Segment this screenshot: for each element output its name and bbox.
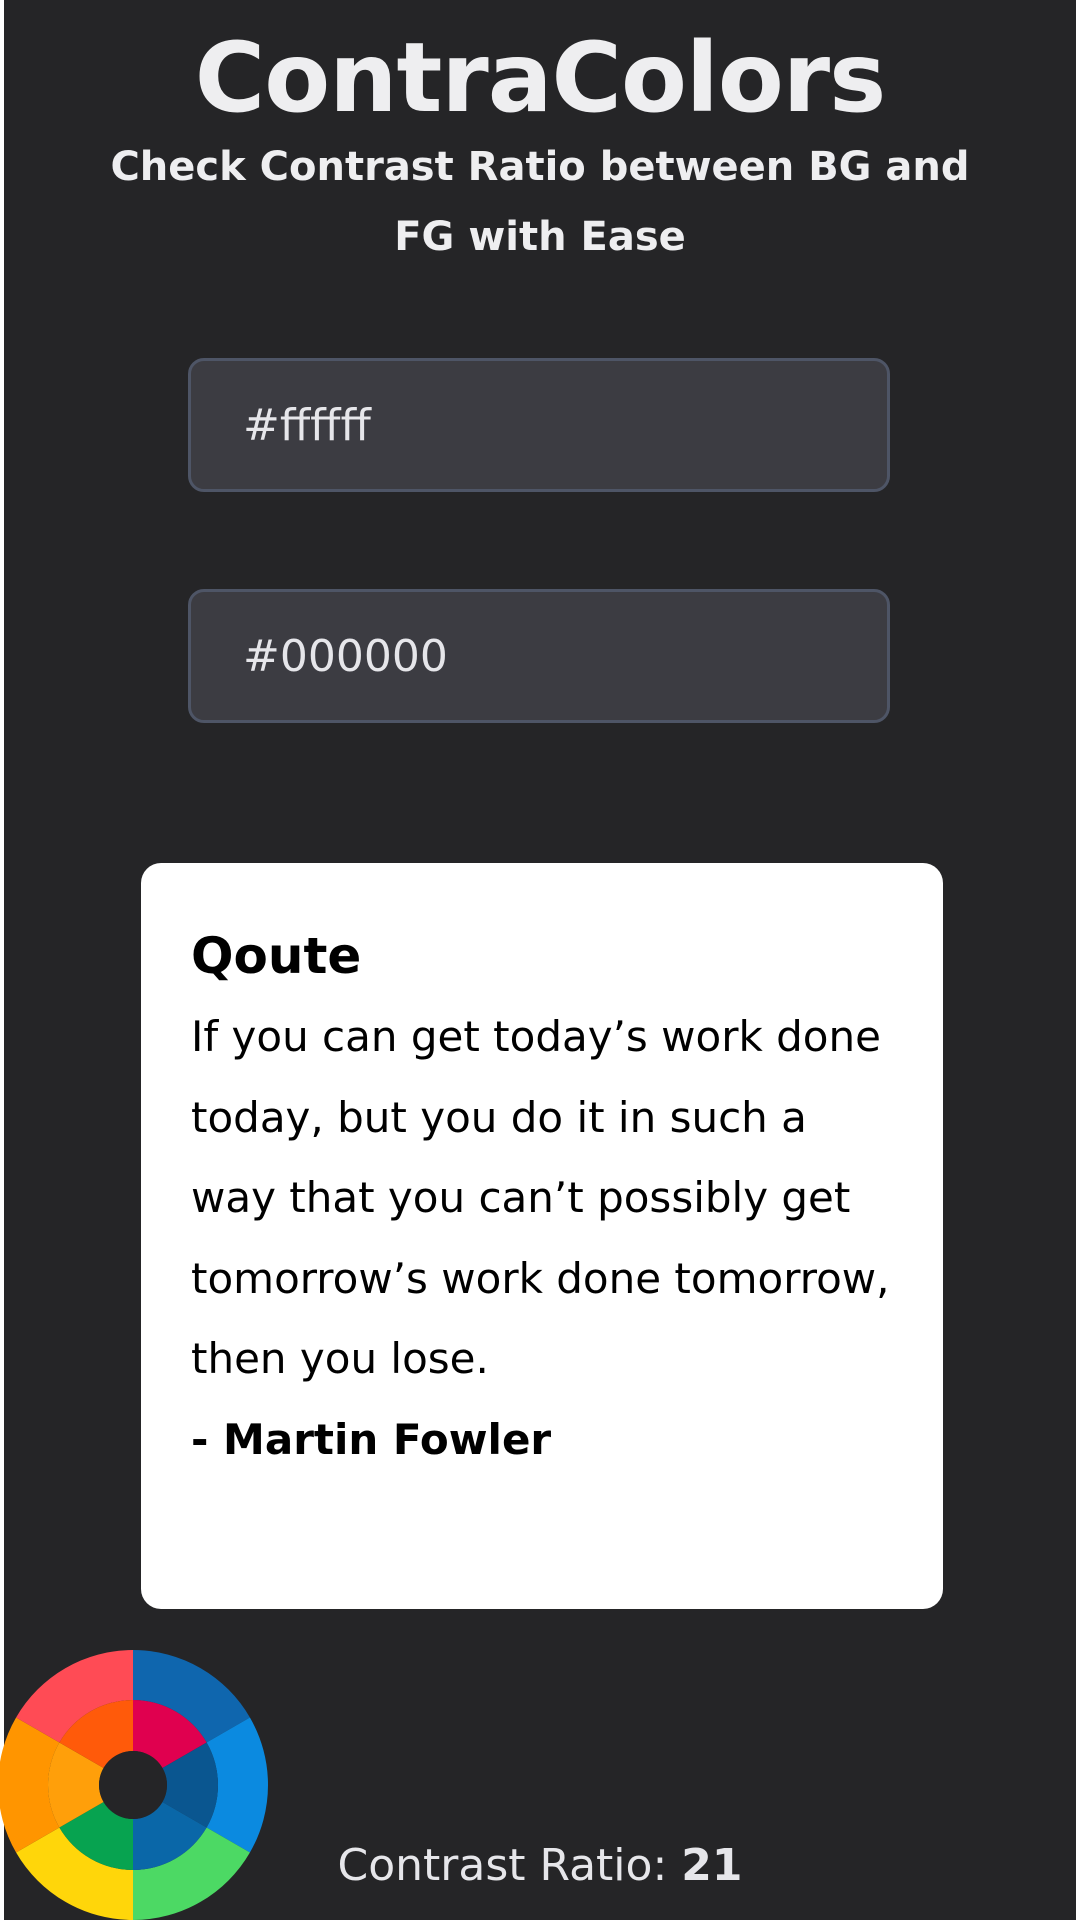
app-subtitle: Check Contrast Ratio between BG and FG w… <box>110 144 970 260</box>
color-wheel-hole <box>99 1751 167 1819</box>
preview-card-quote: If you can get today’s work done today, … <box>191 1012 890 1384</box>
contrast-ratio-value: 21 <box>681 1840 743 1891</box>
app-container: ContraColors Check Contrast Ratio betwee… <box>4 0 1076 1920</box>
color-wheel-icon <box>0 1650 268 1920</box>
background-color-input[interactable] <box>188 358 890 492</box>
preview-card-author: - Martin Fowler <box>191 1414 552 1464</box>
app-title: ContraColors <box>194 22 887 134</box>
contrast-ratio-label: Contrast Ratio: <box>337 1840 668 1891</box>
foreground-color-input[interactable] <box>188 589 890 723</box>
preview-card-heading: Qoute <box>191 927 362 985</box>
preview-card: Qoute If you can get today’s work done t… <box>141 863 943 1609</box>
